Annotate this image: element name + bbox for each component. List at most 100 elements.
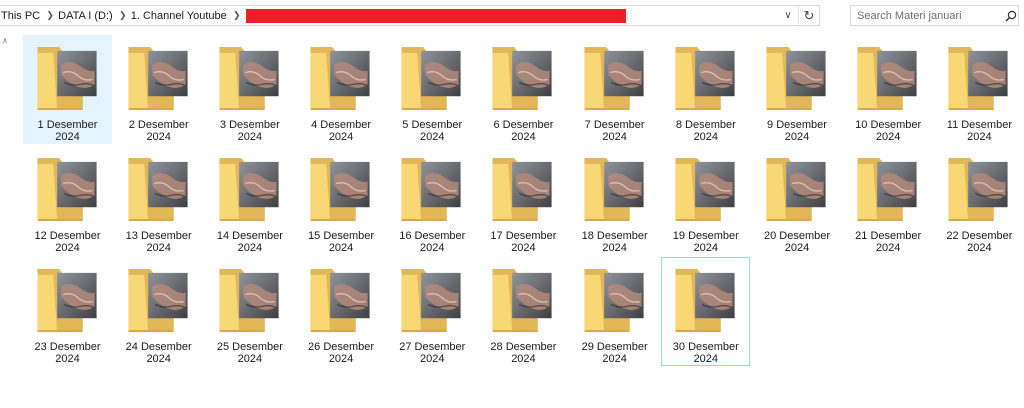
- folder-item[interactable]: 24 Desember 2024: [114, 257, 203, 366]
- folder-icon: [219, 46, 279, 111]
- folder-item[interactable]: 8 Desember 2024: [661, 35, 750, 144]
- folder-item[interactable]: 14 Desember 2024: [205, 146, 294, 255]
- folder-label: 27 Desember 2024: [399, 341, 466, 365]
- folder-grid: 1 Desember 2024 2 Desember 2024 3 Desemb…: [23, 35, 1024, 368]
- folder-item[interactable]: 22 Desember 2024: [935, 146, 1024, 255]
- folder-label: 30 Desember 2024: [672, 341, 739, 365]
- folder-icon: [310, 46, 370, 111]
- folder-label: 26 Desember 2024: [308, 341, 375, 365]
- folder-item[interactable]: 9 Desember 2024: [753, 35, 842, 144]
- folder-label: 13 Desember 2024: [125, 230, 192, 254]
- folder-item[interactable]: 12 Desember 2024: [23, 146, 112, 255]
- search-box[interactable]: [850, 5, 1019, 26]
- chevron-right-icon[interactable]: ❯: [230, 10, 244, 21]
- folder-label: 19 Desember 2024: [672, 230, 739, 254]
- folder-label: 23 Desember 2024: [34, 341, 101, 365]
- folder-label: 8 Desember 2024: [675, 119, 736, 143]
- folder-label: 7 Desember 2024: [584, 119, 645, 143]
- folder-item[interactable]: 26 Desember 2024: [297, 257, 386, 366]
- folder-label: 29 Desember 2024: [581, 341, 648, 365]
- folder-item[interactable]: 2 Desember 2024: [114, 35, 203, 144]
- folder-item[interactable]: 6 Desember 2024: [479, 35, 568, 144]
- folder-label: 20 Desember 2024: [763, 230, 831, 254]
- folder-item[interactable]: 7 Desember 2024: [570, 35, 659, 144]
- folder-icon: [36, 157, 97, 222]
- folder-item[interactable]: 18 Desember 2024: [570, 146, 659, 255]
- folder-icon: [675, 46, 735, 111]
- breadcrumb-drive-d[interactable]: DATA I (D:): [57, 10, 116, 22]
- refresh-icon[interactable]: ↻: [798, 6, 819, 25]
- folder-label: 5 Desember 2024: [402, 119, 463, 143]
- folder-label: 10 Desember 2024: [855, 119, 922, 143]
- folder-icon: [675, 157, 735, 222]
- folder-icon: [584, 46, 644, 111]
- breadcrumb-channel-youtube[interactable]: 1. Channel Youtube: [130, 10, 230, 22]
- folder-label: 24 Desember 2024: [125, 341, 192, 365]
- folder-item[interactable]: 23 Desember 2024: [23, 257, 112, 366]
- folder-label: 21 Desember 2024: [855, 230, 922, 254]
- address-bar[interactable]: This PC ❯ DATA I (D:) ❯ 1. Channel Youtu…: [0, 5, 820, 26]
- folder-label: 4 Desember 2024: [311, 119, 372, 143]
- folder-icon: [401, 157, 461, 222]
- folder-item[interactable]: 13 Desember 2024: [114, 146, 203, 255]
- folder-item[interactable]: 5 Desember 2024: [388, 35, 477, 144]
- folder-item[interactable]: 1 Desember 2024: [23, 35, 112, 144]
- search-input[interactable]: [851, 7, 1003, 24]
- folder-icon: [857, 46, 917, 111]
- folder-icon: [492, 268, 553, 333]
- folder-icon: [128, 157, 188, 222]
- folder-icon: [219, 157, 279, 222]
- folder-item[interactable]: 16 Desember 2024: [388, 146, 477, 255]
- folder-icon: [857, 157, 917, 222]
- folder-icon: [675, 268, 735, 333]
- breadcrumb-this-pc[interactable]: This PC: [0, 10, 43, 22]
- folder-item[interactable]: 4 Desember 2024: [297, 35, 386, 144]
- folder-item[interactable]: 30 Desember 2024: [661, 257, 751, 366]
- folder-icon: [492, 157, 553, 222]
- folder-icon: [128, 46, 188, 111]
- folder-item[interactable]: 21 Desember 2024: [844, 146, 933, 255]
- folder-item[interactable]: 28 Desember 2024: [479, 257, 568, 366]
- folder-item[interactable]: 29 Desember 2024: [570, 257, 659, 366]
- folder-icon: [584, 157, 644, 222]
- folder-item[interactable]: 17 Desember 2024: [479, 146, 568, 255]
- chevron-right-icon[interactable]: ❯: [43, 10, 57, 21]
- folder-label: 1 Desember 2024: [37, 119, 98, 143]
- folder-icon: [310, 157, 370, 222]
- folder-label: 6 Desember 2024: [493, 119, 554, 143]
- folder-icon: [310, 268, 370, 333]
- chevron-down-icon[interactable]: ∨: [778, 6, 798, 25]
- folder-icon: [766, 46, 826, 111]
- folder-icon: [584, 268, 644, 333]
- search-icon[interactable]: [1003, 10, 1018, 22]
- folder-label: 16 Desember 2024: [399, 230, 466, 254]
- folder-label: 3 Desember 2024: [219, 119, 280, 143]
- folder-icon: [219, 268, 279, 333]
- folder-label: 17 Desember 2024: [490, 230, 557, 254]
- folder-item[interactable]: 27 Desember 2024: [388, 257, 477, 366]
- chevron-right-icon[interactable]: ❯: [116, 10, 130, 21]
- folder-icon: [128, 268, 188, 333]
- folder-item[interactable]: 19 Desember 2024: [661, 146, 750, 255]
- folder-icon: [401, 46, 461, 111]
- explorer-toolbar: This PC ❯ DATA I (D:) ❯ 1. Channel Youtu…: [0, 0, 1024, 32]
- folder-label: 14 Desember 2024: [216, 230, 283, 254]
- folder-icon: [948, 157, 1008, 222]
- folder-item[interactable]: 25 Desember 2024: [205, 257, 294, 366]
- folder-label: 18 Desember 2024: [581, 230, 648, 254]
- folder-label: 9 Desember 2024: [767, 119, 827, 143]
- chevron-up-icon[interactable]: ∧: [2, 36, 8, 45]
- folder-icon: [766, 157, 826, 222]
- folder-icon: [401, 268, 461, 333]
- folder-icon: [36, 268, 97, 333]
- folder-icon: [36, 46, 97, 111]
- folder-item[interactable]: 3 Desember 2024: [205, 35, 294, 144]
- folder-item[interactable]: 10 Desember 2024: [844, 35, 933, 144]
- folder-item[interactable]: 20 Desember 2024: [753, 146, 842, 255]
- folder-label: 22 Desember 2024: [946, 230, 1013, 254]
- folder-item[interactable]: 15 Desember 2024: [297, 146, 386, 255]
- navigation-pane: ∧: [0, 32, 10, 408]
- folder-label: 15 Desember 2024: [308, 230, 375, 254]
- redacted-path-segment: [245, 8, 626, 23]
- folder-item[interactable]: 11 Desember 2024: [935, 35, 1024, 144]
